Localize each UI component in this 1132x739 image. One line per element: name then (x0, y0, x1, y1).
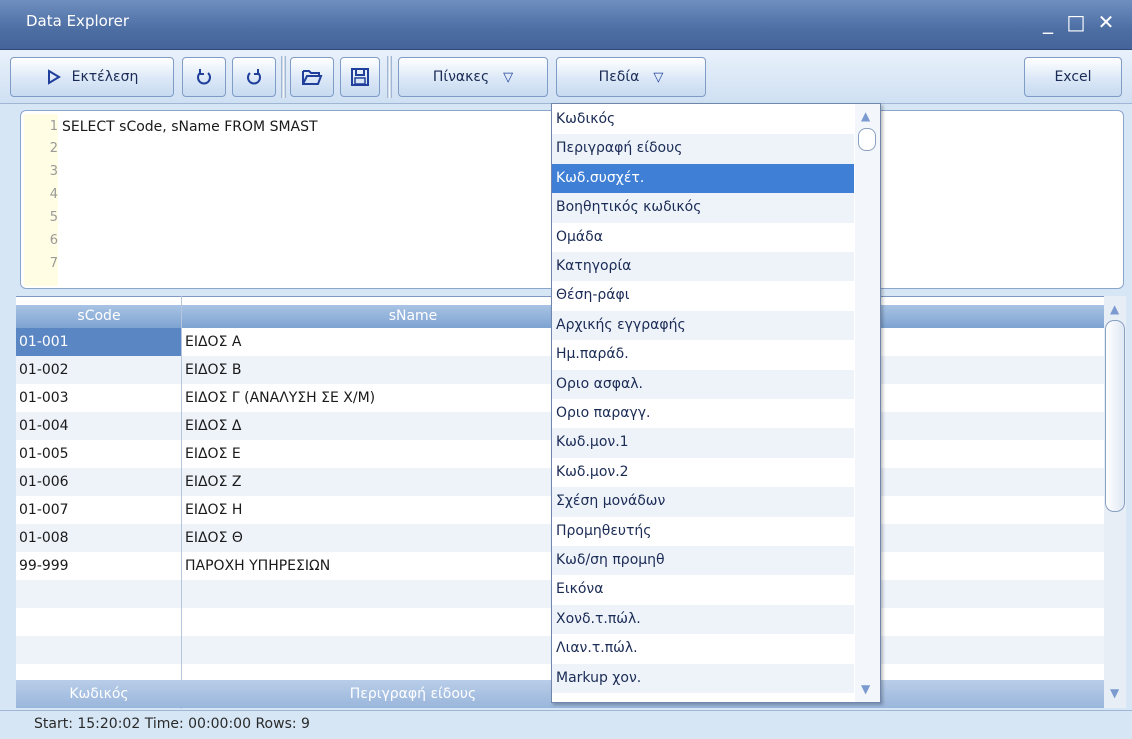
line-number: 6 (49, 233, 58, 248)
scroll-down-icon[interactable]: ▼ (861, 682, 870, 696)
dropdown-item[interactable]: Markup χον. (552, 663, 854, 693)
chevron-down-icon: ▽ (503, 69, 514, 85)
maximize-button[interactable]: □ (1064, 9, 1088, 35)
cell-sname[interactable]: ΕΙΔΟΣ Α (182, 328, 550, 356)
cell-sname[interactable]: ΠΑΡΟΧΗ ΥΠΗΡΕΣΙΩΝ (182, 552, 550, 580)
dropdown-item[interactable]: Ομάδα (552, 223, 854, 252)
fields-label: Πεδία (598, 69, 640, 85)
line-number: 3 (49, 164, 58, 179)
excel-label: Excel (1054, 69, 1092, 85)
line-number: 1 (49, 119, 58, 134)
undo-button[interactable] (182, 57, 226, 97)
dropdown-scrollbar[interactable] (855, 104, 880, 702)
cell-scode[interactable]: 01-004 (16, 412, 181, 440)
sql-text[interactable]: SELECT sCode, sName FROM SMAST (62, 119, 318, 135)
cell-scode[interactable]: 01-001 (16, 328, 181, 356)
dropdown-item[interactable]: Χονδ.τ.πώλ. (552, 604, 854, 635)
cell-sname[interactable]: ΕΙΔΟΣ Ε (182, 440, 550, 468)
cell-sname[interactable]: ΕΙΔΟΣ Γ (ΑΝΑΛΥΣΗ ΣΕ Χ/Μ) (182, 384, 550, 412)
minimize-icon: _ (1043, 10, 1053, 34)
line-number: 7 (49, 256, 58, 271)
title-bar (0, 0, 1132, 50)
run-button[interactable]: Εκτέλεση (10, 57, 174, 97)
tables-dropdown[interactable]: Πίνακες ▽ (398, 57, 548, 97)
close-button[interactable]: ✕ (1094, 9, 1118, 35)
scroll-up-icon[interactable]: ▲ (861, 109, 870, 123)
cell-scode[interactable]: 99-999 (16, 552, 181, 580)
dropdown-scroll-thumb[interactable] (858, 128, 876, 151)
save-icon (351, 68, 369, 86)
dropdown-item[interactable]: Σχέση μονάδων (552, 487, 854, 517)
open-button[interactable] (290, 57, 334, 97)
cell-scode[interactable]: 01-002 (16, 356, 181, 384)
dropdown-item[interactable]: Οριο παραγγ. (552, 399, 854, 428)
line-number: 5 (49, 210, 58, 225)
minimize-button[interactable]: _ (1036, 9, 1060, 35)
column-divider (181, 296, 182, 709)
column-header-scode[interactable]: sCode (16, 305, 182, 328)
chevron-down-icon: ▽ (653, 69, 664, 85)
dropdown-item[interactable]: Κωδ/ση προμηθ (552, 546, 854, 576)
close-icon: ✕ (1097, 10, 1115, 34)
dropdown-item[interactable]: Λιαν.τ.πώλ. (552, 634, 854, 663)
tables-label: Πίνακες (432, 69, 490, 85)
play-icon (47, 69, 61, 85)
dropdown-item[interactable]: Οριο ασφαλ. (552, 369, 854, 399)
dropdown-item[interactable]: Κωδ.συσχέτ. (552, 163, 854, 194)
cell-sname[interactable]: ΕΙΔΟΣ Η (182, 496, 550, 524)
cell-sname[interactable]: ΕΙΔΟΣ Ζ (182, 468, 550, 496)
cell-scode[interactable]: 01-005 (16, 440, 181, 468)
redo-icon (247, 69, 261, 85)
toolbar-separator (387, 56, 392, 98)
save-button[interactable] (340, 57, 380, 97)
line-number: 4 (49, 187, 58, 202)
dropdown-item[interactable]: Κατηγορία (552, 252, 854, 282)
scroll-up-icon[interactable]: ▲ (1110, 302, 1119, 316)
dropdown-item[interactable]: Βοηθητικός κωδικός (552, 193, 854, 223)
dropdown-item[interactable]: Κωδ.μον.1 (552, 428, 854, 458)
cell-sname[interactable]: ΕΙΔΟΣ Θ (182, 524, 550, 552)
cell-scode[interactable]: 01-003 (16, 384, 181, 412)
dropdown-item[interactable]: Κωδ.μον.2 (552, 458, 854, 487)
excel-button[interactable]: Excel (1024, 57, 1122, 97)
cell-scode[interactable]: 01-006 (16, 468, 181, 496)
undo-icon (197, 69, 211, 85)
cell-scode[interactable]: 01-007 (16, 496, 181, 524)
dropdown-item[interactable]: Κωδικός (552, 105, 854, 134)
cell-sname[interactable]: ΕΙΔΟΣ Δ (182, 412, 550, 440)
dropdown-item[interactable]: Προμηθευτής (552, 517, 854, 546)
dropdown-item[interactable]: Αρχικής εγγραφής (552, 310, 854, 341)
scroll-down-icon[interactable]: ▼ (1110, 686, 1119, 700)
dropdown-item[interactable]: Θέση-ράφι (552, 281, 854, 310)
status-text: Start: 15:20:02 Time: 00:00:00 Rows: 9 (34, 716, 310, 732)
dropdown-item[interactable]: Εικόνα (552, 575, 854, 604)
dropdown-item[interactable]: Ημ.παράδ. (552, 340, 854, 369)
dropdown-item[interactable]: Περιγραφή είδους (552, 134, 854, 164)
run-label: Εκτέλεση (71, 69, 139, 85)
line-number: 2 (49, 141, 58, 156)
toolbar-separator (281, 56, 286, 98)
redo-button[interactable] (232, 57, 276, 97)
folder-open-icon (302, 70, 323, 85)
maximize-icon: □ (1066, 10, 1086, 34)
grid-scroll-thumb[interactable] (1105, 320, 1125, 512)
window-title: Data Explorer (26, 12, 130, 30)
cell-sname[interactable]: ΕΙΔΟΣ Β (182, 356, 550, 384)
column-footer-code: Κωδικός (16, 680, 182, 708)
cell-scode[interactable]: 01-008 (16, 524, 181, 552)
fields-dropdown[interactable]: Πεδία ▽ (556, 57, 706, 97)
